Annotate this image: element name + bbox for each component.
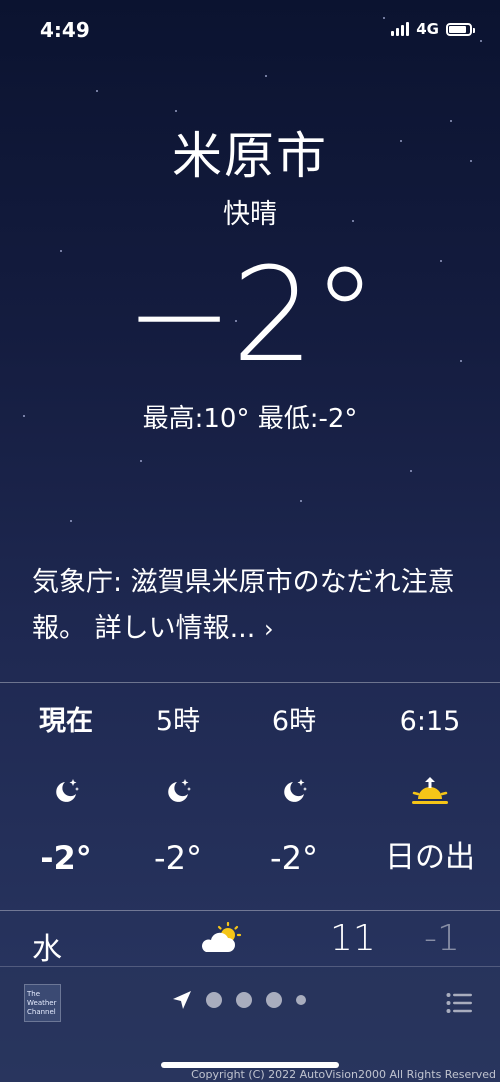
status-bar: 4:49 4G bbox=[0, 0, 500, 60]
page-dot[interactable] bbox=[206, 992, 222, 1008]
partly-cloudy-icon bbox=[198, 921, 244, 960]
divider bbox=[0, 966, 500, 967]
moon-stars-icon bbox=[234, 762, 354, 820]
location-arrow-icon bbox=[173, 991, 191, 1009]
hourly-item: 現在 -2° bbox=[6, 700, 126, 886]
copyright-notice: Copyright (C) 2022 AutoVision2000 All Ri… bbox=[191, 1068, 496, 1081]
city-name: 米原市 bbox=[172, 127, 328, 185]
network-type: 4G bbox=[416, 20, 439, 38]
day-high: 11 bbox=[330, 918, 376, 959]
page-dot[interactable] bbox=[236, 992, 252, 1008]
hour-label: 6時 bbox=[271, 706, 317, 737]
moon-stars-icon bbox=[6, 762, 126, 820]
status-time: 4:49 bbox=[40, 18, 90, 42]
high-low-temperature: 最高:10° 最低:-2° bbox=[142, 404, 358, 434]
cellular-signal-icon bbox=[391, 22, 410, 36]
chevron-right-icon: › bbox=[263, 615, 274, 643]
hourly-forecast[interactable]: 現在 -2° 5時 -2° 6時 -2° 6:15 日の出 bbox=[0, 700, 500, 900]
alert-text: 気象庁: 滋賀県米原市のなだれ注意報。 詳しい情報... bbox=[32, 567, 455, 644]
page-indicator[interactable] bbox=[172, 990, 306, 1010]
hour-temperature: -2° bbox=[270, 839, 318, 877]
hourly-item: 6:15 日の出 bbox=[370, 700, 490, 886]
hour-temperature: -2° bbox=[40, 839, 92, 877]
sunrise-label: 日の出 bbox=[385, 840, 475, 875]
hour-label: 5時 bbox=[155, 706, 201, 737]
weather-condition: 快晴 bbox=[223, 199, 277, 230]
daily-forecast-row[interactable]: 水 11 -1 bbox=[0, 912, 500, 967]
day-label: 水 bbox=[32, 932, 62, 967]
divider bbox=[0, 682, 500, 683]
moon-stars-icon bbox=[118, 762, 238, 820]
weather-alert[interactable]: 気象庁: 滋賀県米原市のなだれ注意報。 詳しい情報... › bbox=[32, 560, 472, 652]
page-dot[interactable] bbox=[266, 992, 282, 1008]
battery-icon bbox=[446, 22, 475, 36]
hourly-item: 6時 -2° bbox=[234, 700, 354, 886]
hourly-item: 5時 -2° bbox=[118, 700, 238, 886]
page-dot[interactable] bbox=[296, 995, 306, 1005]
hour-label: 6:15 bbox=[399, 706, 461, 737]
hour-temperature: -2° bbox=[154, 839, 202, 877]
current-temperature: −2° bbox=[124, 239, 378, 391]
day-low: -1 bbox=[424, 918, 460, 959]
hour-label: 現在 bbox=[39, 706, 93, 737]
list-icon[interactable] bbox=[446, 992, 472, 1018]
sunrise-icon bbox=[370, 762, 490, 820]
weather-channel-logo[interactable]: The Weather Channel bbox=[24, 984, 61, 1022]
divider bbox=[0, 910, 500, 911]
